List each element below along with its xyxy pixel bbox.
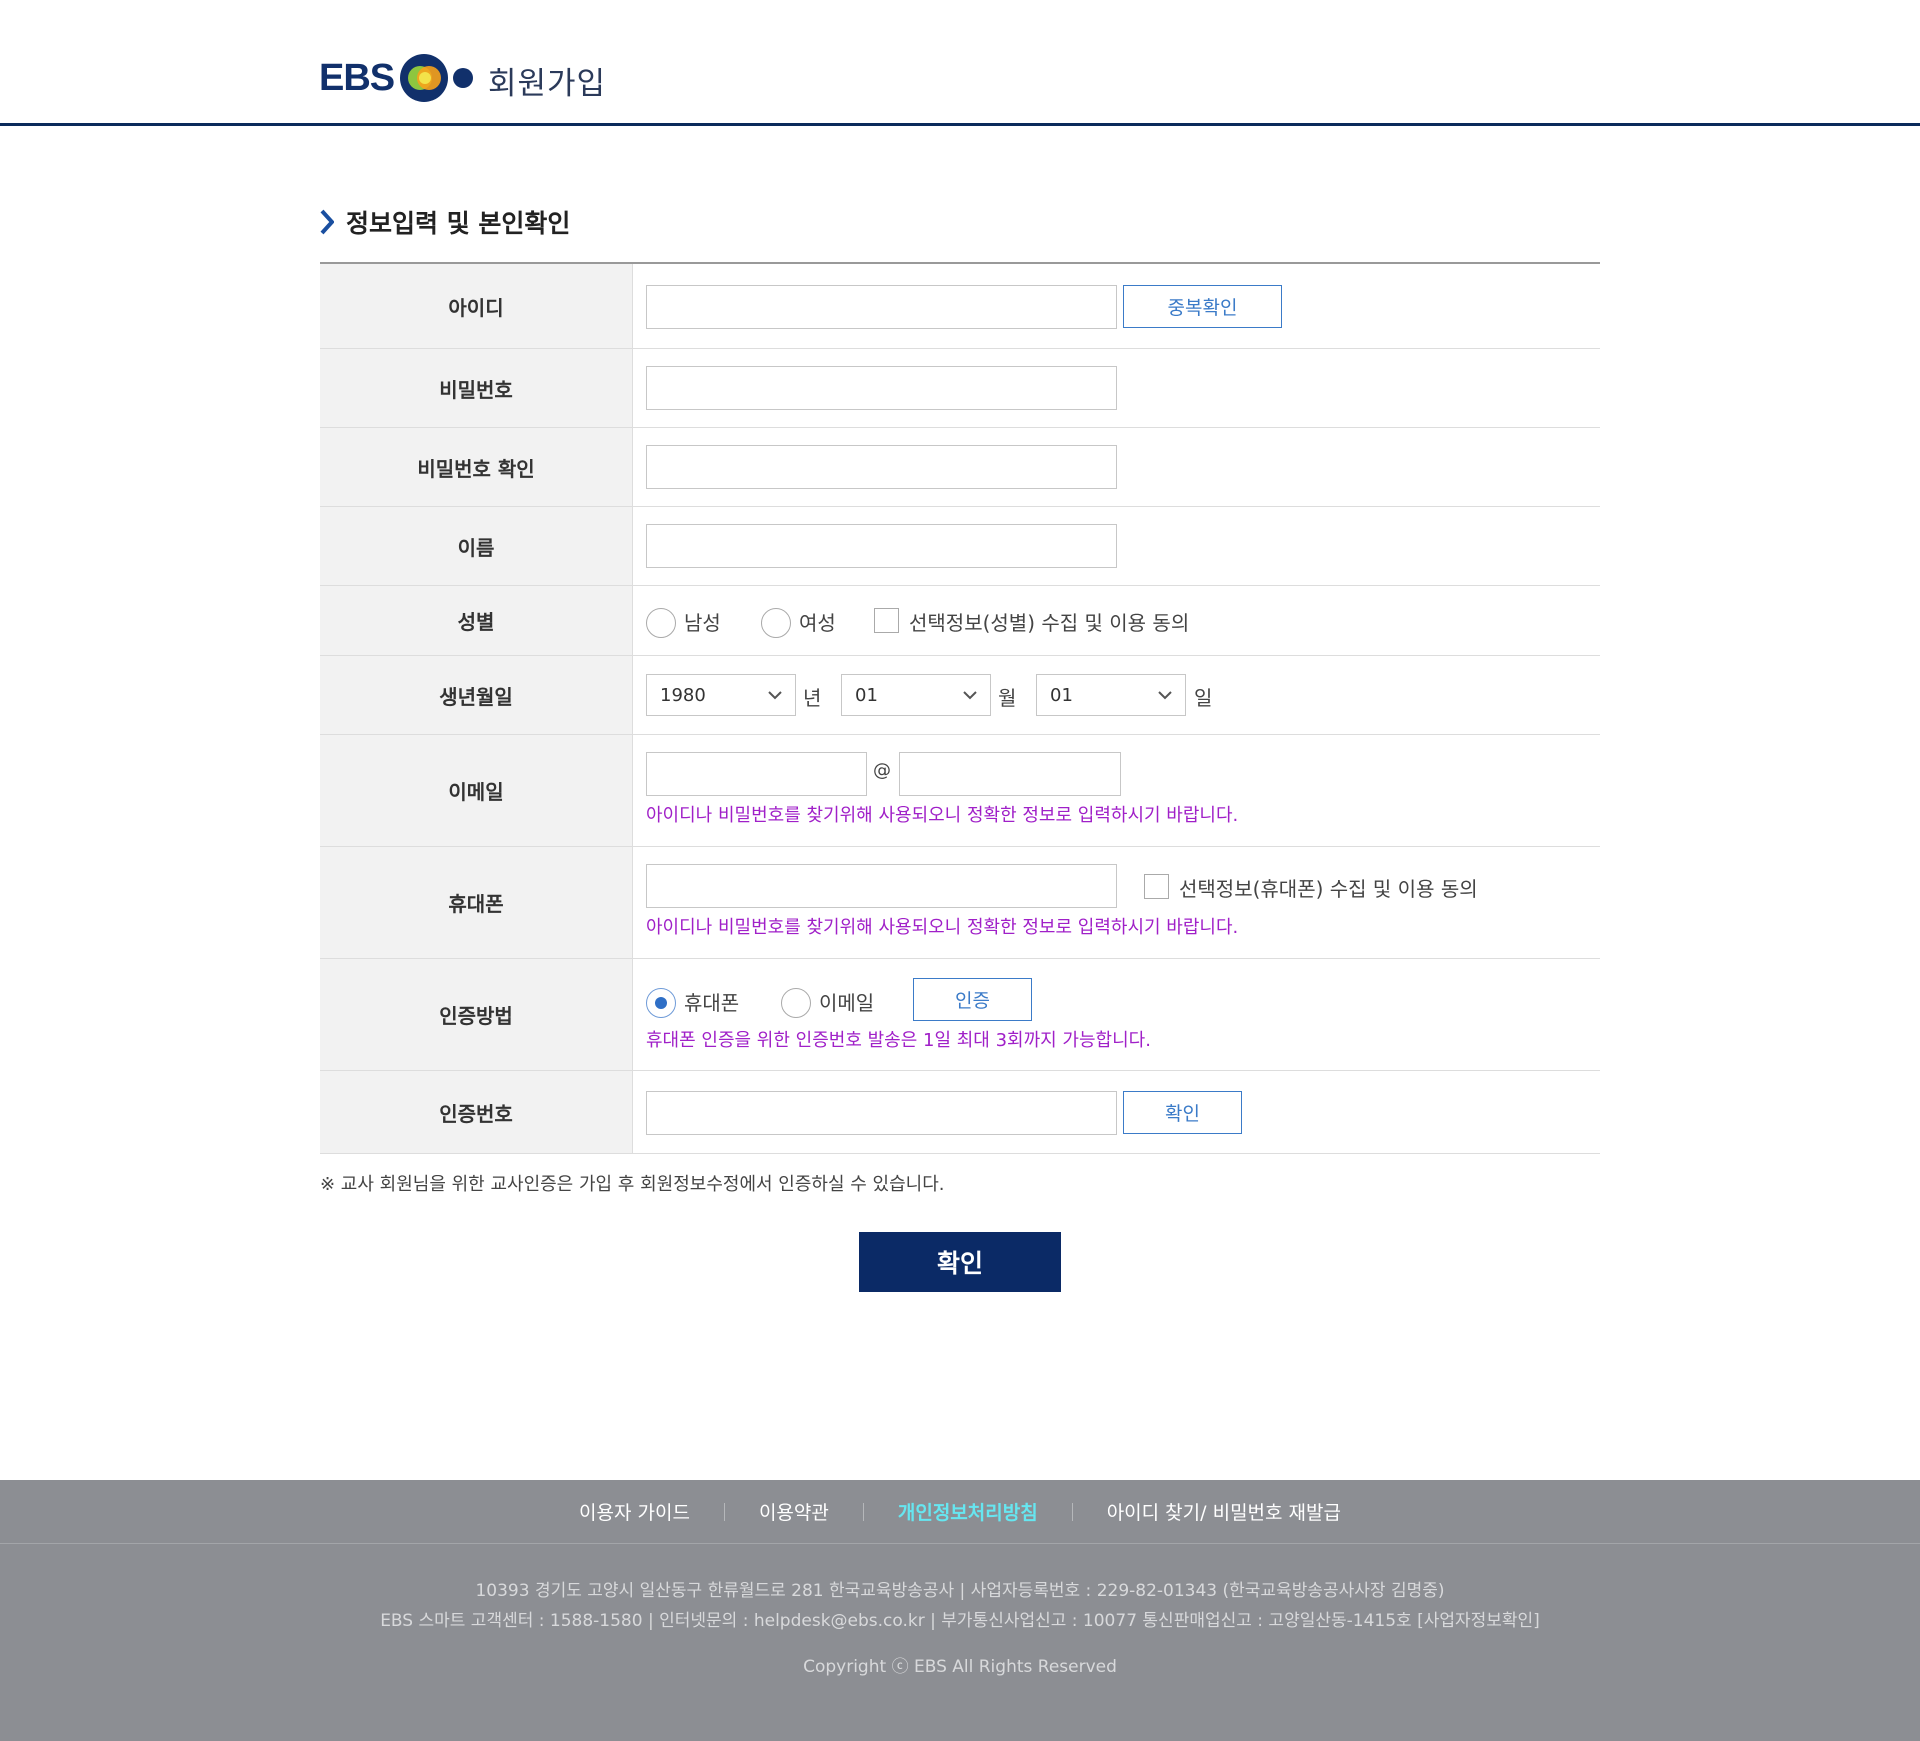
birth-month-value: 01 [855,684,878,706]
auth-email-radio[interactable] [781,988,811,1018]
gender-label: 성별 [320,586,633,655]
name-input[interactable] [646,524,1117,568]
password-confirm-input[interactable] [646,445,1117,489]
phone-consent-checkbox[interactable] [1144,874,1169,899]
row-auth-method: 인증방법 휴대폰 이메일 인증 휴대폰 인증을 위한 인증번호 발송은 1일 최… [320,959,1600,1071]
row-id: 아이디 중복확인 [320,264,1600,349]
auth-request-button[interactable]: 인증 [913,978,1032,1021]
row-birth: 생년월일 1980 년 01 월 01 일 [320,656,1600,735]
row-password-confirm: 비밀번호 확인 [320,428,1600,507]
footer-separator [862,1502,864,1521]
gender-consent-label: 선택정보(성별) 수집 및 이용 동의 [909,611,1190,635]
password-label: 비밀번호 [320,349,633,427]
auth-phone-label: 휴대폰 [684,991,740,1015]
email-local-input[interactable] [646,752,867,796]
name-label: 이름 [320,507,633,585]
email-domain-input[interactable] [899,752,1121,796]
birth-year-value: 1980 [660,684,706,706]
chevron-down-icon [963,691,977,700]
birth-day-select[interactable]: 01 [1036,674,1186,716]
section-heading: 정보입력 및 본인확인 [320,204,570,240]
phone-consent-label: 선택정보(휴대폰) 수집 및 이용 동의 [1179,877,1478,901]
auth-code-input[interactable] [646,1091,1117,1135]
birth-day-value: 01 [1050,684,1073,706]
signup-form: 아이디 중복확인 비밀번호 비밀번호 확인 이름 성별 남성 여성 선택정보(성… [320,262,1600,1154]
chevron-right-icon [320,209,334,235]
gender-female-radio[interactable] [761,608,791,638]
auth-note: 휴대폰 인증을 위한 인증번호 발송은 1일 최대 3회까지 가능합니다. [646,1030,1151,1051]
footer-address-line2: EBS 스마트 고객센터 : 1588-1580 | 인터넷문의 : helpd… [380,1611,1540,1631]
teacher-certification-note: ※ 교사 회원님을 위한 교사인증은 가입 후 회원정보수정에서 인증하실 수 … [320,1174,945,1195]
auth-email-label: 이메일 [819,991,875,1015]
birth-month-unit: 월 [998,686,1017,710]
page-title: 회원가입 [488,66,607,102]
password-input[interactable] [646,366,1117,410]
footer-separator [723,1502,725,1521]
id-duplicate-check-button[interactable]: 중복확인 [1123,285,1282,328]
gender-consent-checkbox[interactable] [874,608,899,633]
row-name: 이름 [320,507,1600,586]
footer-link-guide[interactable]: 이용자 가이드 [579,1498,690,1525]
row-email: 이메일 @ 아이디나 비밀번호를 찾기위해 사용되오니 정확한 정보로 입력하시… [320,735,1600,847]
row-password: 비밀번호 [320,349,1600,428]
footer-nav: 이용자 가이드 이용약관 개인정보처리방침 아이디 찾기/ 비밀번호 재발급 [0,1480,1920,1544]
logo-mark-icon [400,54,474,102]
chevron-down-icon [768,691,782,700]
footer-copyright: Copyright ⓒ EBS All Rights Reserved [803,1657,1117,1677]
auth-code-label: 인증번호 [320,1071,633,1153]
id-input[interactable] [646,285,1117,329]
email-note: 아이디나 비밀번호를 찾기위해 사용되오니 정확한 정보로 입력하시기 바랍니다… [646,805,1239,826]
phone-input[interactable] [646,864,1117,908]
auth-code-confirm-button[interactable]: 확인 [1123,1091,1242,1134]
footer-separator [1071,1502,1073,1521]
birth-month-select[interactable]: 01 [841,674,991,716]
site-header: EBS 회원가입 [0,0,1920,126]
gender-male-label: 남성 [684,611,721,635]
email-at-sign: @ [873,760,891,781]
password-confirm-label: 비밀번호 확인 [320,428,633,506]
auth-method-label: 인증방법 [320,959,633,1070]
phone-label: 휴대폰 [320,847,633,958]
logo-text: EBS [319,56,395,99]
footer-link-privacy[interactable]: 개인정보처리방침 [898,1498,1038,1525]
footer-link-find-account[interactable]: 아이디 찾기/ 비밀번호 재발급 [1107,1498,1341,1525]
row-auth-code: 인증번호 확인 [320,1071,1600,1154]
email-label: 이메일 [320,735,633,846]
birth-year-unit: 년 [803,686,822,710]
birth-day-unit: 일 [1194,686,1213,710]
row-gender: 성별 남성 여성 선택정보(성별) 수집 및 이용 동의 [320,586,1600,656]
section-title: 정보입력 및 본인확인 [346,209,571,238]
chevron-down-icon [1158,691,1172,700]
birth-year-select[interactable]: 1980 [646,674,796,716]
site-footer: 이용자 가이드 이용약관 개인정보처리방침 아이디 찾기/ 비밀번호 재발급 1… [0,1480,1920,1741]
gender-male-radio[interactable] [646,608,676,638]
gender-female-label: 여성 [799,611,836,635]
auth-phone-radio[interactable] [646,988,676,1018]
footer-link-terms[interactable]: 이용약관 [759,1498,829,1525]
row-phone: 휴대폰 선택정보(휴대폰) 수집 및 이용 동의 아이디나 비밀번호를 찾기위해… [320,847,1600,959]
ebs-logo[interactable]: EBS [319,52,474,104]
phone-note: 아이디나 비밀번호를 찾기위해 사용되오니 정확한 정보로 입력하시기 바랍니다… [646,917,1239,938]
submit-button[interactable]: 확인 [859,1232,1061,1292]
id-label: 아이디 [320,264,633,348]
birth-label: 생년월일 [320,656,633,734]
footer-address-line1: 10393 경기도 고양시 일산동구 한류월드로 281 한국교육방송공사 | … [475,1581,1445,1601]
